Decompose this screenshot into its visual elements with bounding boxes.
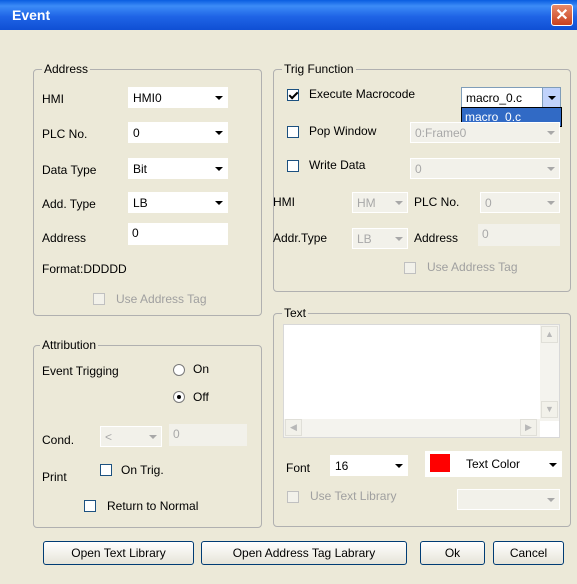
horizontal-scrollbar[interactable]: ◀ ▶	[284, 419, 540, 437]
text-legend: Text	[282, 306, 309, 320]
trig-use-tag-checkbox[interactable]	[404, 262, 416, 274]
on-label: On	[193, 362, 210, 376]
pop-window-label: Pop Window	[309, 124, 377, 138]
close-icon: ✕	[555, 7, 569, 24]
add-type-label: Add. Type	[42, 197, 96, 211]
trig-addrtype-select[interactable]: LB	[352, 228, 408, 249]
cancel-button[interactable]: Cancel	[493, 541, 564, 565]
ok-button[interactable]: Ok	[420, 541, 485, 565]
chevron-down-icon	[210, 159, 227, 178]
trig-address-input[interactable]: 0	[478, 224, 560, 246]
use-text-library-label: Use Text Library	[310, 489, 397, 503]
print-label: Print	[42, 470, 67, 484]
address-label: Address	[42, 231, 87, 245]
title-bar[interactable]: Event ✕	[0, 0, 577, 30]
event-dialog: Event ✕ Address HMI HMI0 PLC No. 0 Data …	[0, 0, 577, 584]
trig-plc-label: PLC No.	[414, 195, 460, 209]
cond-value-input[interactable]: 0	[169, 424, 247, 446]
chevron-down-icon	[390, 456, 407, 475]
window-title: Event	[12, 7, 51, 23]
scroll-up-icon[interactable]: ▲	[541, 326, 558, 343]
trig-addrtype-label: Addr.Type	[273, 231, 328, 245]
chevron-down-icon	[542, 490, 559, 509]
address-legend: Address	[42, 62, 91, 76]
cond-select[interactable]: <	[100, 426, 162, 447]
chevron-down-icon	[210, 88, 227, 107]
chevron-down-icon	[542, 159, 559, 178]
return-to-normal-label: Return to Normal	[107, 499, 199, 513]
plc-no-label: PLC No.	[42, 127, 88, 141]
use-text-library-checkbox[interactable]	[287, 491, 299, 503]
chevron-down-icon	[390, 193, 407, 212]
text-content-area[interactable]: ▲ ▼ ◀ ▶	[283, 324, 560, 438]
off-radio[interactable]	[173, 391, 185, 403]
chevron-down-icon	[210, 193, 227, 212]
chevron-down-icon	[210, 123, 227, 142]
plc-no-select[interactable]: 0	[128, 122, 228, 143]
scroll-left-icon[interactable]: ◀	[285, 419, 302, 436]
font-size-select[interactable]: 16	[330, 455, 408, 476]
write-data-checkbox[interactable]	[287, 160, 299, 172]
close-button[interactable]: ✕	[551, 4, 573, 26]
address-use-tag-checkbox[interactable]	[93, 293, 105, 305]
macro-select[interactable]: macro_0.c	[461, 87, 561, 108]
address-input[interactable]: 0	[128, 223, 228, 245]
on-trig-label: On Trig.	[121, 463, 164, 477]
on-radio[interactable]	[173, 364, 185, 376]
vertical-scrollbar[interactable]: ▲ ▼	[540, 325, 559, 421]
execute-macrocode-checkbox[interactable]	[287, 89, 299, 101]
execute-macrocode-label: Execute Macrocode	[309, 87, 416, 101]
attribution-legend: Attribution	[40, 338, 99, 352]
chevron-down-icon	[144, 427, 161, 446]
add-type-select[interactable]: LB	[128, 192, 228, 213]
data-type-select[interactable]: Bit	[128, 158, 228, 179]
chevron-down-icon	[542, 123, 559, 142]
scroll-right-icon[interactable]: ▶	[520, 419, 537, 436]
address-use-tag-label: Use Address Tag	[116, 292, 207, 306]
return-to-normal-checkbox[interactable]	[84, 500, 96, 512]
event-trigging-label: Event Trigging	[42, 364, 119, 378]
font-label: Font	[286, 461, 311, 475]
chevron-down-icon	[542, 88, 560, 107]
text-library-select[interactable]	[457, 489, 560, 510]
trig-use-tag-label: Use Address Tag	[427, 260, 518, 274]
hmi-label: HMI	[42, 92, 64, 106]
off-label: Off	[193, 390, 209, 404]
chevron-down-icon	[544, 455, 561, 474]
pop-window-checkbox[interactable]	[287, 126, 299, 138]
open-text-library-button[interactable]: Open Text Library	[43, 541, 194, 565]
trig-hmi-label: HMI	[273, 195, 295, 209]
trig-address-label: Address	[414, 231, 459, 245]
write-data-label: Write Data	[309, 158, 366, 172]
on-trig-checkbox[interactable]	[100, 464, 112, 476]
format-label: Format:DDDDD	[42, 262, 127, 276]
chevron-down-icon	[542, 193, 559, 212]
pop-window-select[interactable]: 0:Frame0	[410, 122, 560, 143]
trig-plc-select[interactable]: 0	[480, 192, 560, 213]
write-data-select[interactable]: 0	[410, 158, 560, 179]
text-color-swatch	[430, 454, 450, 472]
data-type-label: Data Type	[42, 163, 97, 177]
open-address-tag-library-button[interactable]: Open Address Tag Labrary	[201, 541, 407, 565]
scroll-down-icon[interactable]: ▼	[541, 401, 558, 418]
trig-function-legend: Trig Function	[282, 62, 356, 76]
hmi-select[interactable]: HMI0	[128, 87, 228, 108]
chevron-down-icon	[390, 229, 407, 248]
trig-hmi-select[interactable]: HM	[352, 192, 408, 213]
cond-label: Cond.	[42, 433, 75, 447]
